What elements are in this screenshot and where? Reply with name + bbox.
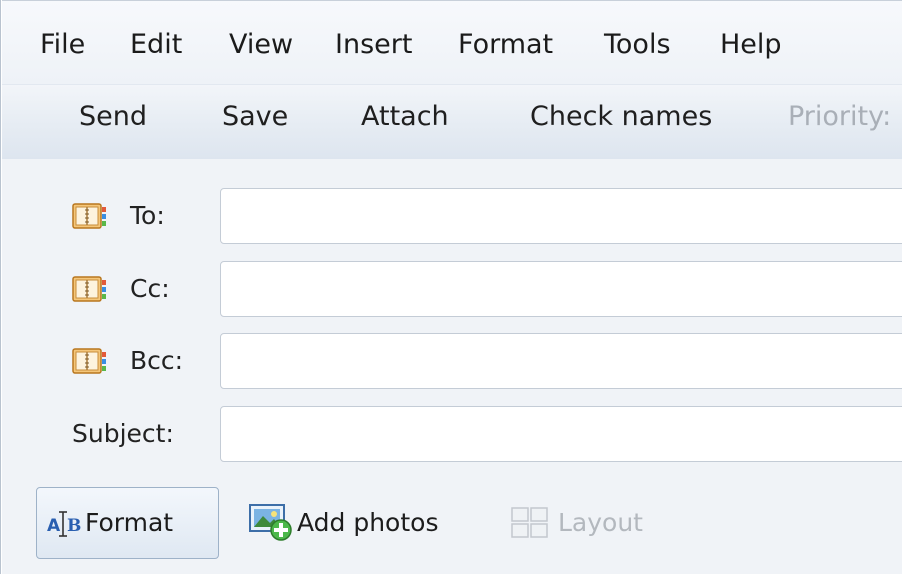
svg-text:A: A	[47, 516, 61, 536]
compose-window: File Edit View Insert Format Tools Help …	[0, 0, 902, 574]
toolbar: Send Save Attach Check names Priority:	[2, 84, 902, 160]
format-text-icon: A B	[47, 508, 83, 540]
address-book-icon[interactable]	[72, 276, 110, 302]
to-label: To:	[130, 201, 165, 230]
format-button-label: Format	[85, 508, 174, 537]
menu-help[interactable]: Help	[720, 27, 782, 63]
menu-file[interactable]: File	[40, 27, 85, 63]
menu-tools[interactable]: Tools	[604, 27, 671, 63]
to-field[interactable]	[220, 188, 902, 244]
menu-view[interactable]: View	[229, 27, 293, 63]
attach-button[interactable]: Attach	[361, 99, 449, 135]
add-photos-button[interactable]: Add photos	[297, 506, 438, 540]
address-book-icon[interactable]	[72, 203, 110, 229]
menu-format[interactable]: Format	[458, 27, 553, 63]
cc-label: Cc:	[130, 274, 170, 303]
layout-icon	[511, 507, 549, 539]
send-button[interactable]: Send	[79, 99, 147, 135]
menu-edit[interactable]: Edit	[130, 27, 182, 63]
subject-field[interactable]	[220, 406, 902, 462]
subject-label: Subject:	[72, 419, 174, 448]
menu-insert[interactable]: Insert	[335, 27, 412, 63]
priority-label: Priority:	[788, 101, 892, 132]
bcc-label: Bcc:	[130, 346, 184, 375]
svg-text:B: B	[67, 516, 81, 536]
cc-field[interactable]	[220, 261, 902, 317]
format-button[interactable]: A B Format	[36, 487, 219, 559]
bcc-field[interactable]	[220, 333, 902, 389]
add-photos-icon[interactable]	[249, 503, 293, 541]
check-names-button[interactable]: Check names	[530, 99, 712, 135]
address-book-icon[interactable]	[72, 348, 110, 374]
layout-button: Layout	[558, 508, 643, 537]
save-button[interactable]: Save	[222, 99, 288, 135]
menu-bar: File Edit View Insert Format Tools Help	[2, 0, 902, 85]
